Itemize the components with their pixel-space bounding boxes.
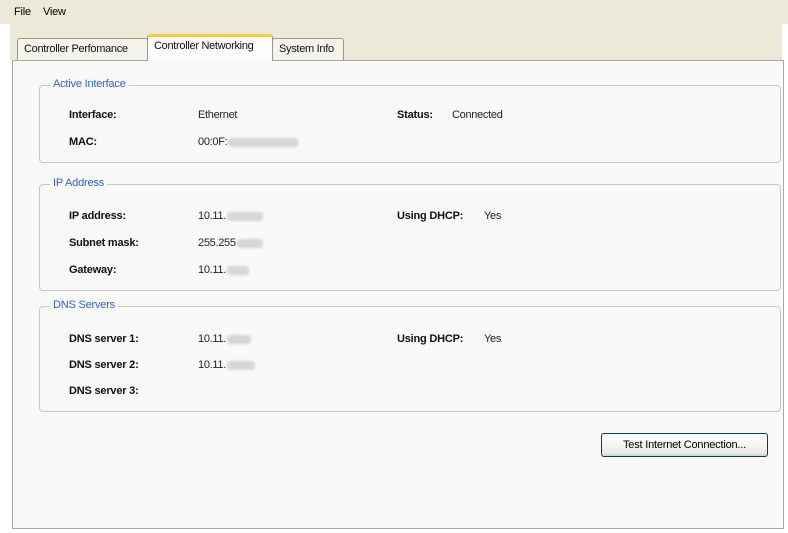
- dns1-value-field: 10.11.: [198, 333, 251, 345]
- redacted-dns1: [226, 334, 251, 344]
- subnet-label: Subnet mask:: [69, 237, 139, 249]
- dns2-label: DNS server 2:: [69, 359, 139, 371]
- ip-label: IP address:: [69, 210, 126, 222]
- mac-value: 00:0F:: [198, 136, 228, 148]
- ip-address-group: IP Address IP address: 10.11. Using DHCP…: [39, 177, 781, 291]
- dns-servers-title: DNS Servers: [50, 299, 118, 311]
- redacted-ip: [226, 211, 263, 221]
- redacted-dns2: [226, 360, 255, 370]
- gateway-value-field: 10.11.: [198, 264, 249, 276]
- test-internet-connection-button[interactable]: Test Internet Connection...: [601, 433, 768, 457]
- tab-controller-networking[interactable]: Controller Networking: [147, 34, 273, 61]
- interface-label: Interface:: [69, 109, 117, 121]
- redacted-subnet: [236, 238, 263, 248]
- gateway-value: 10.11.: [198, 264, 226, 276]
- dns-dhcp-value: Yes: [484, 333, 502, 345]
- dns1-value: 10.11.: [198, 333, 226, 345]
- redacted-mac: [228, 137, 299, 147]
- active-interface-group: Active Interface Interface: Ethernet Sta…: [39, 78, 781, 163]
- ip-value-field: 10.11.: [198, 210, 263, 222]
- menu-file[interactable]: File: [8, 6, 37, 18]
- menu-view[interactable]: View: [37, 6, 72, 18]
- active-interface-title: Active Interface: [50, 78, 129, 90]
- ip-dhcp-value: Yes: [484, 210, 502, 222]
- gateway-label: Gateway:: [69, 264, 117, 276]
- dns-dhcp-label: Using DHCP:: [397, 333, 464, 345]
- ip-value: 10.11.: [198, 210, 226, 222]
- ip-dhcp-label: Using DHCP:: [397, 210, 464, 222]
- interface-value: Ethernet: [198, 109, 238, 121]
- dns1-label: DNS server 1:: [69, 333, 139, 345]
- menu-bar: File View: [0, 0, 788, 24]
- app-window: File View Controller Perfomance Controll…: [0, 0, 788, 533]
- dns2-value-field: 10.11.: [198, 359, 255, 371]
- status-label: Status:: [397, 109, 433, 121]
- subnet-value-field: 255.255: [198, 237, 263, 249]
- dns3-label: DNS server 3:: [69, 385, 139, 397]
- tab-system-info[interactable]: System Info: [272, 38, 344, 60]
- networking-panel: Active Interface Interface: Ethernet Sta…: [12, 60, 784, 529]
- subnet-value: 255.255: [198, 237, 236, 249]
- status-value: Connected: [452, 109, 503, 121]
- dns-servers-group: DNS Servers DNS server 1: 10.11. Using D…: [39, 299, 781, 412]
- ip-address-title: IP Address: [50, 177, 107, 189]
- redacted-gateway: [226, 265, 249, 275]
- mac-label: MAC:: [69, 136, 97, 148]
- dns2-value: 10.11.: [198, 359, 226, 371]
- mac-value-field: 00:0F:: [198, 136, 299, 148]
- tab-controller-performance[interactable]: Controller Perfomance: [17, 38, 148, 60]
